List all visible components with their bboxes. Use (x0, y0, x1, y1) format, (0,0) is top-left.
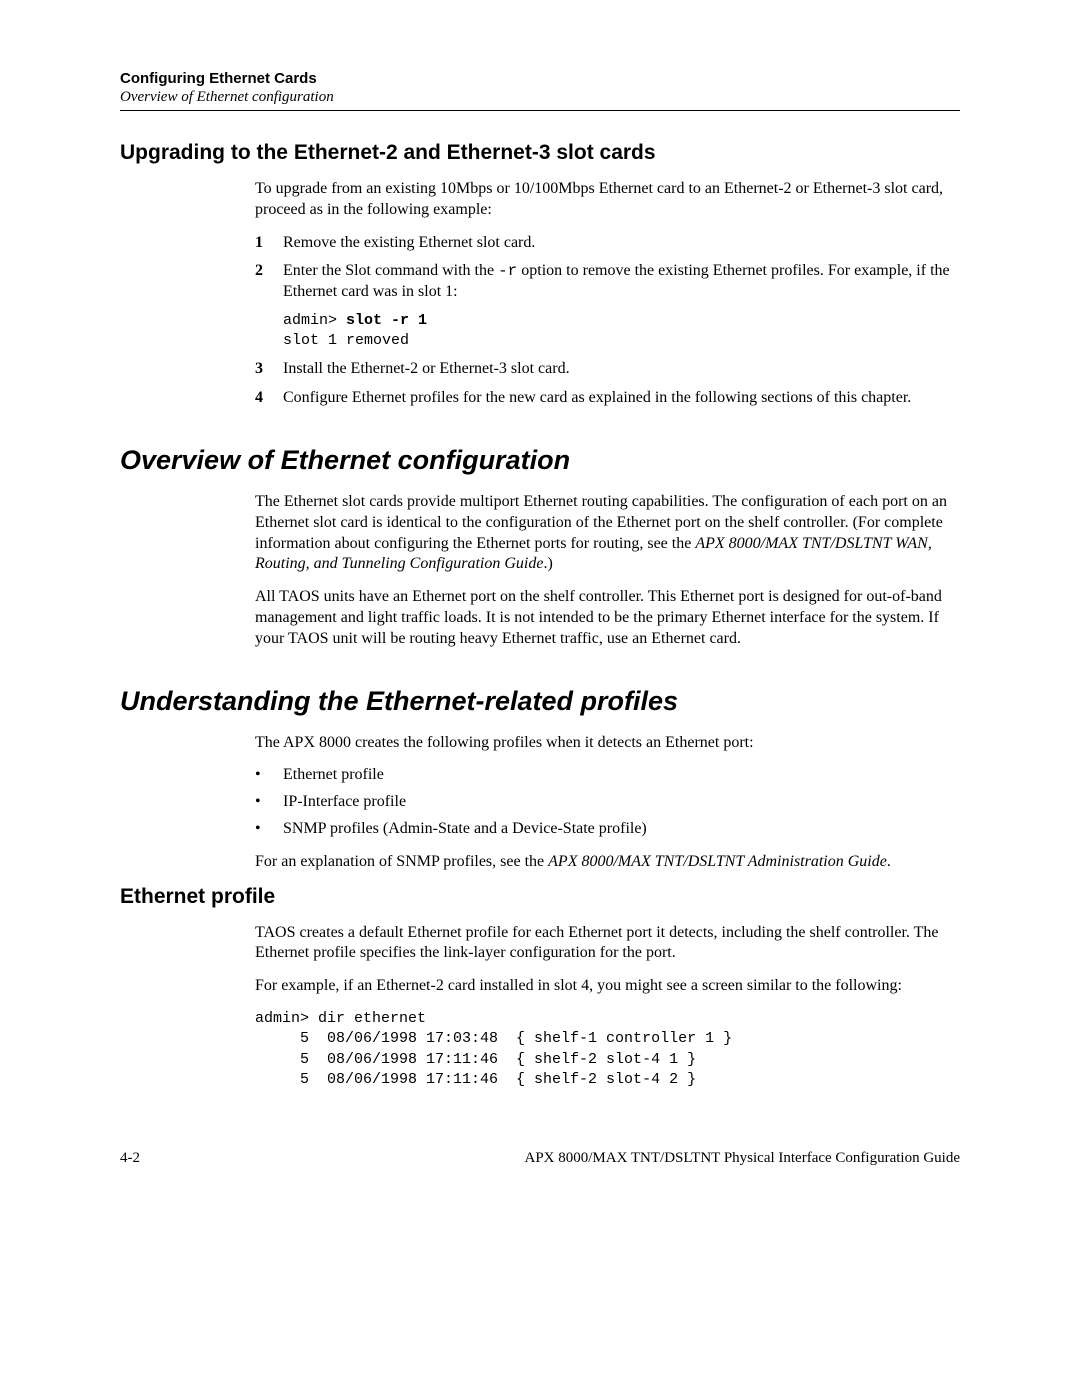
bullet-text: Ethernet profile (283, 765, 960, 786)
step-number: 3 (255, 359, 283, 380)
overview-p1-b: .) (543, 555, 552, 572)
section-understanding-title: Understanding the Ethernet-related profi… (120, 686, 960, 717)
cmd-output-line: 5 08/06/1998 17:11:46 { shelf-2 slot-4 2… (255, 1071, 696, 1088)
bullet-text: IP-Interface profile (283, 792, 960, 813)
cmd-output-line: 5 08/06/1998 17:11:46 { shelf-2 slot-4 1… (255, 1051, 696, 1068)
overview-p1: The Ethernet slot cards provide multipor… (255, 492, 960, 575)
section-understanding-body: The APX 8000 creates the following profi… (255, 733, 960, 873)
understanding-p2-a: For an explanation of SNMP profiles, see… (255, 853, 548, 870)
page: Configuring Ethernet Cards Overview of E… (0, 0, 1080, 1217)
step-number: 1 (255, 233, 283, 254)
cmd-input: slot -r 1 (346, 312, 427, 329)
step-3: 3 Install the Ethernet-2 or Ethernet-3 s… (255, 359, 960, 380)
step-text: Remove the existing Ethernet slot card. (283, 233, 960, 254)
section-upgrading-body: To upgrade from an existing 10Mbps or 10… (255, 179, 960, 409)
understanding-intro: The APX 8000 creates the following profi… (255, 733, 960, 754)
step-text: Configure Ethernet profiles for the new … (283, 388, 960, 409)
ethernet-profile-p2: For example, if an Ethernet-2 card insta… (255, 976, 960, 997)
command-block-slot: admin> slot -r 1 slot 1 removed (283, 311, 960, 352)
bullet-glyph: • (255, 765, 283, 786)
step2-option: -r (498, 262, 517, 280)
step-text: Enter the Slot command with the -r optio… (283, 261, 960, 303)
bullet-glyph: • (255, 819, 283, 840)
step-number: 4 (255, 388, 283, 409)
upgrading-intro: To upgrade from an existing 10Mbps or 10… (255, 179, 960, 221)
footer-title: APX 8000/MAX TNT/DSLTNT Physical Interfa… (524, 1150, 960, 1167)
page-footer: 4-2 APX 8000/MAX TNT/DSLTNT Physical Int… (120, 1150, 960, 1167)
section-overview-body: The Ethernet slot cards provide multipor… (255, 492, 960, 650)
page-number: 4-2 (120, 1150, 140, 1167)
cmd-output: slot 1 removed (283, 331, 960, 351)
cmd-prompt: admin> (255, 1010, 318, 1027)
header-rule (120, 110, 960, 111)
step-2: 2 Enter the Slot command with the -r opt… (255, 261, 960, 303)
step-1: 1 Remove the existing Ethernet slot card… (255, 233, 960, 254)
overview-p2: All TAOS units have an Ethernet port on … (255, 587, 960, 649)
running-header-bold: Configuring Ethernet Cards (120, 70, 960, 87)
step-text: Install the Ethernet-2 or Ethernet-3 slo… (283, 359, 960, 380)
bullet-ethernet-profile: • Ethernet profile (255, 765, 960, 786)
bullet-glyph: • (255, 792, 283, 813)
cmd-input: dir ethernet (318, 1010, 426, 1027)
bullet-text: SNMP profiles (Admin-State and a Device-… (283, 819, 960, 840)
understanding-p2-b: . (887, 853, 891, 870)
understanding-p2-ital: APX 8000/MAX TNT/DSLTNT Administration G… (548, 853, 887, 870)
step2-text-a: Enter the Slot command with the (283, 262, 498, 279)
cmd-output-line: 5 08/06/1998 17:03:48 { shelf-1 controll… (255, 1030, 732, 1047)
bullet-ip-interface: • IP-Interface profile (255, 792, 960, 813)
running-header-italic: Overview of Ethernet configuration (120, 89, 960, 106)
section-ethernet-profile-body: TAOS creates a default Ethernet profile … (255, 923, 960, 1090)
step-4: 4 Configure Ethernet profiles for the ne… (255, 388, 960, 409)
section-ethernet-profile-title: Ethernet profile (120, 885, 960, 909)
bullet-snmp: • SNMP profiles (Admin-State and a Devic… (255, 819, 960, 840)
ethernet-profile-p1: TAOS creates a default Ethernet profile … (255, 923, 960, 965)
command-block-dir: admin> dir ethernet 5 08/06/1998 17:03:4… (255, 1009, 960, 1090)
section-upgrading-title: Upgrading to the Ethernet-2 and Ethernet… (120, 141, 960, 165)
cmd-prompt: admin> (283, 312, 346, 329)
step-number: 2 (255, 261, 283, 303)
understanding-p2: For an explanation of SNMP profiles, see… (255, 852, 960, 873)
section-overview-title: Overview of Ethernet configuration (120, 445, 960, 476)
